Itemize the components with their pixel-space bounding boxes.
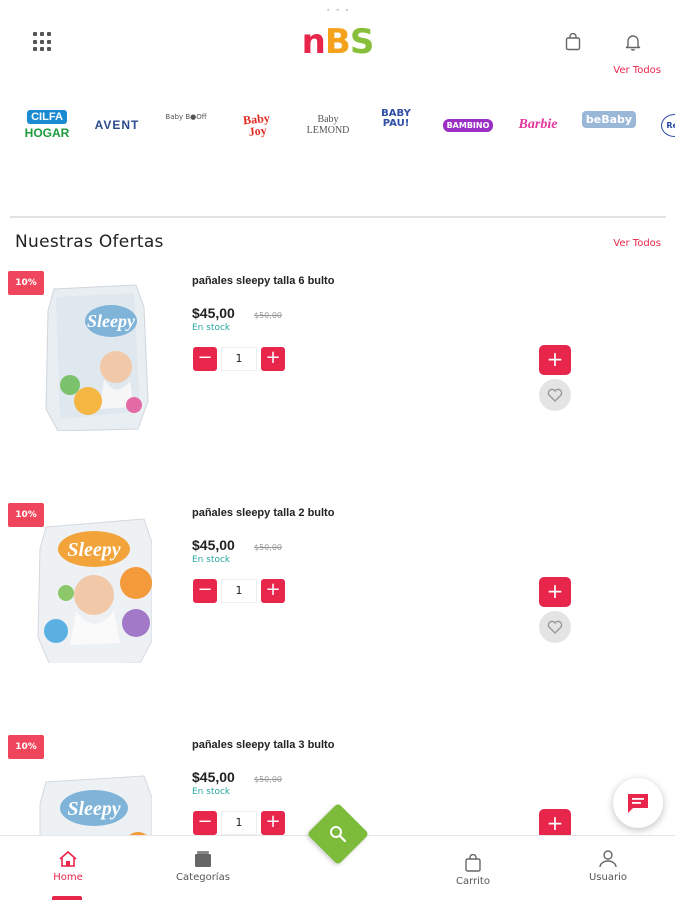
brand-baby-lemond[interactable]: Baby LEMOND	[304, 100, 352, 150]
brand-reb-label: Reb	[661, 113, 675, 137]
logo-letter-s: S	[349, 22, 374, 62]
brand-baby-joy-line2: Joy	[247, 123, 268, 139]
heart-icon	[547, 388, 563, 402]
favorite-button[interactable]	[539, 611, 571, 643]
decrease-quantity-button[interactable]: −	[193, 811, 217, 835]
product-image[interactable]: Sleepy	[36, 281, 152, 431]
product-card[interactable]: 10% Sleepy pañales sleepy talla 6 bulto …	[0, 271, 675, 471]
nav-categories-label: Categorías	[176, 872, 230, 883]
brand-cilfa-line2: HOGAR	[24, 126, 70, 140]
offers-see-all-link[interactable]: Ver Todos	[613, 238, 661, 249]
svg-text:Sleepy: Sleepy	[67, 798, 120, 820]
brand-baby-paul[interactable]: BABY PAU!	[380, 94, 412, 144]
product-card[interactable]: 10% Sleepy pañales sleepy talla 2 bulto …	[0, 503, 675, 703]
nav-home[interactable]: Home	[28, 850, 108, 883]
increase-quantity-button[interactable]: +	[261, 579, 285, 603]
brand-bambino-label: BAMBINO	[442, 118, 494, 132]
svg-text:Sleepy: Sleepy	[67, 539, 120, 561]
app-screen: • • • nBS Ver Todos CILFA HOGAR AVENT Ba…	[0, 0, 675, 900]
product-old-price: $50,00	[254, 775, 282, 784]
product-name[interactable]: pañales sleepy talla 2 bulto	[192, 507, 334, 519]
brand-bambino[interactable]: BAMBINO	[440, 100, 496, 150]
drag-handle-dots: • • •	[326, 6, 351, 15]
brand-bebaby[interactable]: beBaby	[581, 94, 637, 144]
brand-lemond-line2: LEMOND	[306, 125, 350, 136]
brand-lemond-line1: Baby	[317, 114, 339, 125]
nav-user-label: Usuario	[588, 872, 627, 883]
product-name[interactable]: pañales sleepy talla 3 bulto	[192, 739, 334, 751]
brand-cilfa-hogar[interactable]: CILFA HOGAR	[22, 100, 72, 150]
product-name[interactable]: pañales sleepy talla 6 bulto	[192, 275, 334, 287]
quantity-field[interactable]: 1	[221, 347, 257, 371]
brand-carousel[interactable]: CILFA HOGAR AVENT Baby B●Off Baby Joy Ba…	[0, 100, 675, 150]
chat-button[interactable]	[613, 778, 663, 828]
heart-icon	[547, 620, 563, 634]
increase-quantity-button[interactable]: +	[261, 347, 285, 371]
brand-paul-line2: PAU!	[382, 118, 410, 129]
categories-icon	[195, 851, 211, 867]
nav-cart-label: Carrito	[456, 876, 490, 887]
home-icon	[59, 850, 77, 867]
bell-icon[interactable]	[624, 32, 642, 52]
nav-home-label: Home	[53, 872, 83, 883]
product-old-price: $50,00	[254, 543, 282, 552]
brand-bebaby-label: beBaby	[581, 110, 637, 128]
active-tab-indicator	[52, 896, 82, 900]
chat-icon	[628, 794, 648, 813]
brand-cilfa-line1: CILFA	[27, 110, 67, 124]
logo-letter-b: B	[324, 22, 351, 62]
decrease-quantity-button[interactable]: −	[193, 347, 217, 371]
favorite-button[interactable]	[539, 379, 571, 411]
cart-bag-icon	[465, 854, 481, 872]
stock-status: En stock	[192, 323, 231, 333]
product-price: $45,00	[192, 305, 235, 321]
brand-barbie[interactable]: Barbie	[516, 100, 560, 150]
quantity-field[interactable]: 1	[221, 579, 257, 603]
brand-avent[interactable]: AVENT	[95, 100, 139, 150]
nav-categories[interactable]: Categorías	[163, 850, 243, 883]
add-to-cart-button[interactable]: +	[539, 577, 571, 607]
product-image[interactable]: Sleepy	[36, 513, 152, 663]
section-divider	[10, 216, 666, 218]
search-icon	[330, 826, 347, 843]
nav-user[interactable]: Usuario	[568, 850, 648, 883]
svg-text:Sleepy: Sleepy	[87, 311, 136, 331]
stock-status: En stock	[192, 555, 231, 565]
nav-cart[interactable]: Carrito	[433, 854, 513, 887]
decrease-quantity-button[interactable]: −	[193, 579, 217, 603]
increase-quantity-button[interactable]: +	[261, 811, 285, 835]
product-old-price: $50,00	[254, 311, 282, 320]
stock-status: En stock	[192, 787, 231, 797]
product-price: $45,00	[192, 769, 235, 785]
quantity-field[interactable]: 1	[221, 811, 257, 835]
add-to-cart-button[interactable]: +	[539, 345, 571, 375]
brands-see-all-link[interactable]: Ver Todos	[613, 65, 661, 76]
brand-baby-joy[interactable]: Baby Joy	[232, 98, 283, 153]
shopping-bag-icon[interactable]	[565, 33, 581, 51]
user-icon	[599, 850, 617, 868]
product-price: $45,00	[192, 537, 235, 553]
logo-letter-n: n	[301, 22, 326, 62]
brand-reb[interactable]: Reb	[655, 100, 675, 150]
brand-baby-b[interactable]: Baby B●Off	[160, 92, 212, 142]
offers-title: Nuestras Ofertas	[15, 232, 164, 252]
